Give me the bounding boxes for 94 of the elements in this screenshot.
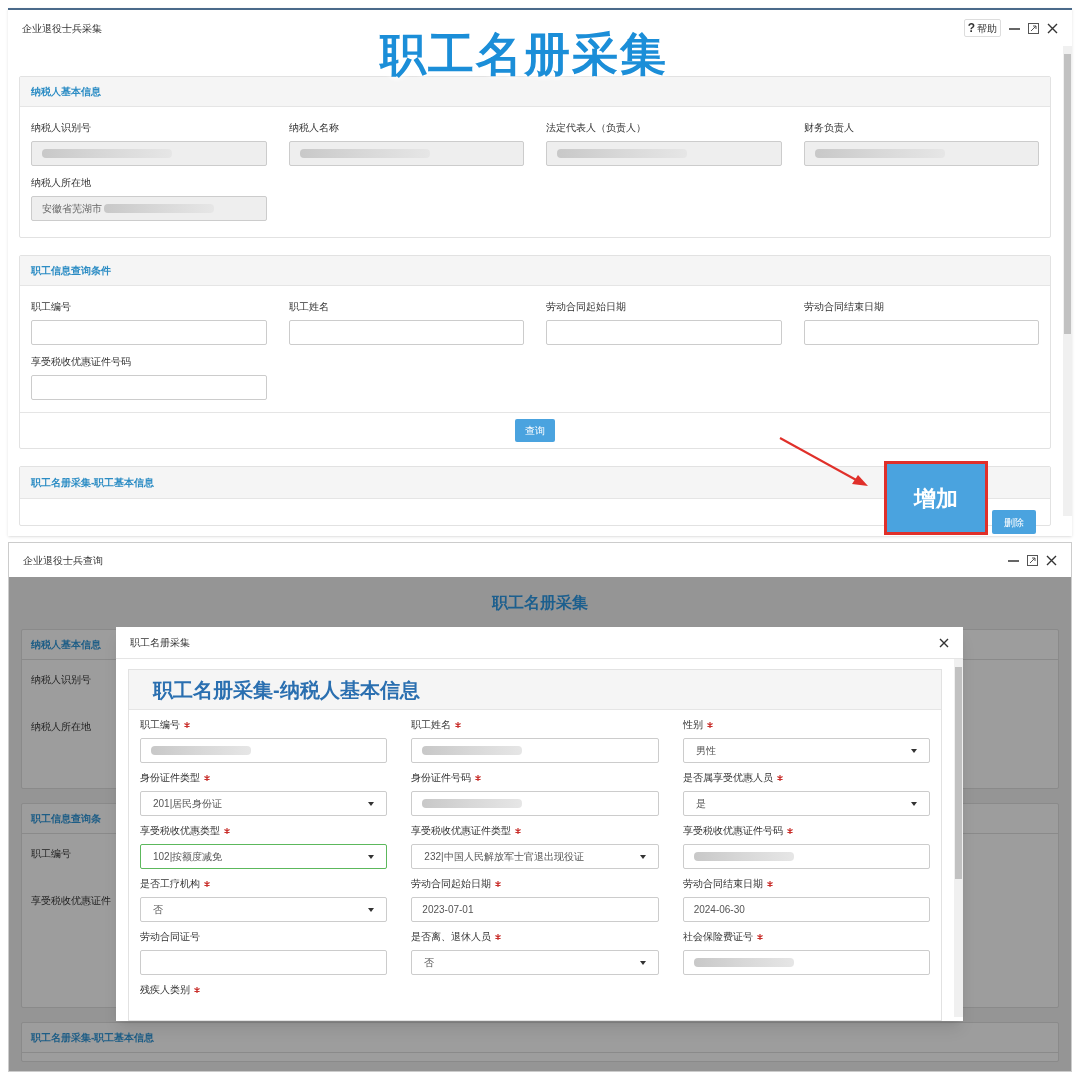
field-label: 社会保险费证号 <box>682 930 753 944</box>
input-field[interactable] <box>288 320 524 345</box>
field-label: 享受税收优惠证件号码 <box>31 355 132 369</box>
field-label: 职工姓名 <box>411 718 452 732</box>
select-value: 否 <box>153 903 163 917</box>
input-field[interactable] <box>411 791 659 816</box>
section-title: 纳税人基本信息 <box>31 638 101 652</box>
input-field[interactable]: 安徽省芜湖市 <box>31 196 267 221</box>
section-title: 职工信息查询条 <box>31 812 101 826</box>
field-label: 劳动合同起始日期 <box>411 877 492 891</box>
field-label: 劳动合同证号 <box>140 930 200 944</box>
select-value: 102|按额度减免 <box>153 850 223 864</box>
field-label: 纳税人名称 <box>288 121 340 135</box>
input-field[interactable] <box>803 141 1039 166</box>
select-field[interactable]: 男性 <box>682 738 930 763</box>
field-label: 劳动合同结束日期 <box>682 877 763 891</box>
field-value: 2024-06-30 <box>693 903 745 917</box>
field-label: 享受税收优惠证件 <box>31 894 111 908</box>
input-field[interactable] <box>803 320 1039 345</box>
input-field[interactable]: 2024-06-30 <box>682 897 930 922</box>
select-field[interactable]: 201|居民身份证 <box>140 791 388 816</box>
help-icon: ? <box>967 19 975 37</box>
caret-icon <box>911 748 917 753</box>
select-value: 是 <box>695 797 706 811</box>
input-field[interactable] <box>682 844 930 869</box>
modal-title: 职工名册采集 <box>130 636 190 650</box>
field-label: 法定代表人（负责人） <box>546 121 647 135</box>
field-label: 享受税收优惠证件号码 <box>682 824 783 838</box>
maximize-icon[interactable] <box>1027 554 1038 566</box>
input-field[interactable] <box>546 141 782 166</box>
field-label: 享受税收优惠证件类型 <box>411 824 512 838</box>
field-label: 职工编号 <box>31 847 71 861</box>
field-value: 安徽省芜湖市 <box>42 202 102 216</box>
field-label: 纳税人识别号 <box>31 121 92 135</box>
window-title: 企业退役士兵查询 <box>23 553 103 568</box>
section-title: 职工名册采集-职工基本信息 <box>31 476 155 490</box>
window-title: 企业退役士兵采集 <box>22 21 102 36</box>
field-label: 纳税人识别号 <box>31 673 91 687</box>
close-icon[interactable] <box>939 637 949 648</box>
caret-icon <box>639 960 646 965</box>
page-title: 职工名册采集 <box>492 593 588 613</box>
maximize-icon[interactable] <box>1028 22 1039 34</box>
field-label: 是否工疗机构 <box>140 877 200 891</box>
close-icon[interactable] <box>1047 22 1058 34</box>
scrollbar[interactable] <box>954 659 963 1017</box>
input-field[interactable] <box>140 738 388 763</box>
input-field[interactable] <box>31 141 267 166</box>
scrollbar[interactable] <box>1063 46 1072 516</box>
field-label: 财务负责人 <box>803 121 855 135</box>
field-label: 是否离、退休人员 <box>411 930 492 944</box>
select-value: 男性 <box>695 744 716 758</box>
input-field[interactable] <box>288 141 524 166</box>
section-title: 职工信息查询条件 <box>31 264 111 278</box>
field-label: 性别 <box>682 718 703 732</box>
caret-icon <box>639 854 646 859</box>
select-field[interactable]: 是 <box>682 791 930 816</box>
select-field[interactable]: 否 <box>140 897 388 922</box>
field-label: 职工编号 <box>31 300 72 314</box>
section-title: 纳税人基本信息 <box>31 85 101 99</box>
input-field[interactable] <box>682 950 930 975</box>
input-field[interactable] <box>31 375 267 400</box>
field-label: 残疾人类别 <box>140 983 190 997</box>
field-label: 纳税人所在地 <box>31 176 92 190</box>
help-button[interactable]: ? 帮助 <box>963 19 1001 37</box>
field-label: 身份证件类型 <box>140 771 200 785</box>
field-label: 职工编号 <box>140 718 180 732</box>
input-field[interactable] <box>31 320 267 345</box>
field-label: 身份证件号码 <box>411 771 472 785</box>
select-value: 201|居民身份证 <box>153 797 223 811</box>
field-label: 享受税收优惠类型 <box>140 824 220 838</box>
field-value: 2023-07-01 <box>422 903 474 917</box>
close-icon[interactable] <box>1046 554 1057 566</box>
input-field[interactable] <box>546 320 782 345</box>
field-label: 劳动合同结束日期 <box>803 300 885 314</box>
overlay-title: 职工名册采集 <box>380 27 668 82</box>
caret-icon <box>368 854 375 859</box>
field-label: 职工姓名 <box>288 300 330 314</box>
form-heading: 职工名册采集-纳税人基本信息 <box>153 677 420 703</box>
caret-icon <box>368 907 375 912</box>
select-value: 232|中国人民解放军士官退出现役证 <box>424 850 584 864</box>
select-field[interactable]: 232|中国人民解放军士官退出现役证 <box>411 844 659 869</box>
section-title: 职工名册采集-职工基本信息 <box>31 1031 155 1045</box>
help-label: 帮助 <box>977 21 997 36</box>
input-field[interactable] <box>140 950 388 975</box>
input-field[interactable] <box>411 738 659 763</box>
caret-icon <box>368 801 375 806</box>
field-label: 劳动合同起始日期 <box>546 300 627 314</box>
field-label: 纳税人所在地 <box>31 720 91 734</box>
select-field[interactable]: 102|按额度减免 <box>140 844 388 869</box>
select-value: 否 <box>424 956 435 970</box>
input-field[interactable]: 2023-07-01 <box>411 897 659 922</box>
select-field[interactable]: 否 <box>411 950 659 975</box>
field-label: 是否属享受优惠人员 <box>682 771 773 785</box>
caret-icon <box>911 801 917 806</box>
